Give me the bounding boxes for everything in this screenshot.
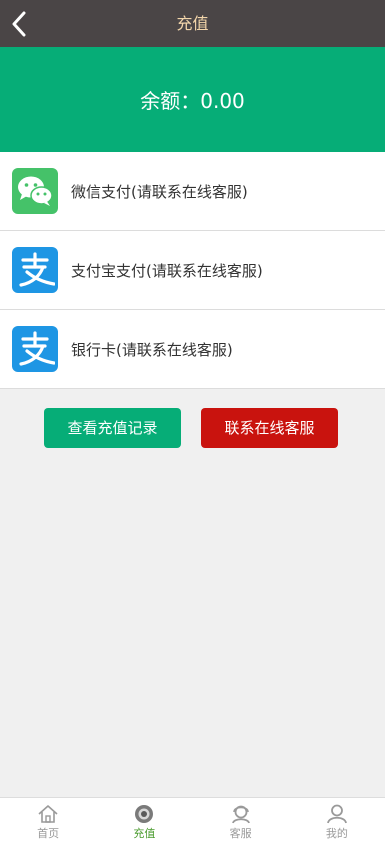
payment-method-alipay[interactable]: 支付宝支付(请联系在线客服) — [0, 231, 385, 310]
payment-method-bank-card[interactable]: 银行卡(请联系在线客服) — [0, 310, 385, 389]
action-buttons: 查看充值记录 联系在线客服 — [0, 408, 385, 448]
balance-text: 余额：0.00 — [140, 89, 245, 113]
nav-label-recharge: 充值 — [133, 827, 156, 840]
nav-label-customer-service: 客服 — [229, 827, 252, 840]
alipay-icon — [12, 247, 58, 293]
payment-method-label: 微信支付(请联系在线客服) — [71, 182, 248, 201]
nav-label-mine: 我的 — [325, 827, 348, 840]
payment-method-label: 银行卡(请联系在线客服) — [71, 340, 233, 359]
chevron-left-icon — [12, 11, 26, 37]
view-recharge-records-button[interactable]: 查看充值记录 — [44, 408, 181, 448]
bottom-nav: 首页 充值 客服 我的 — [0, 797, 385, 845]
wechat-icon — [12, 168, 58, 214]
recharge-page: 充值 余额：0.00 微信支付(请联系在线客服) 支付宝支付(请联系在线客服) … — [0, 0, 385, 845]
customer-service-icon — [231, 805, 250, 824]
nav-item-customer-service[interactable]: 客服 — [193, 798, 289, 845]
user-icon — [326, 804, 347, 824]
nav-item-home[interactable]: 首页 — [0, 798, 96, 845]
nav-item-mine[interactable]: 我的 — [289, 798, 385, 845]
home-icon — [38, 805, 58, 823]
payment-method-wechat[interactable]: 微信支付(请联系在线客服) — [0, 152, 385, 231]
payment-method-label: 支付宝支付(请联系在线客服) — [71, 261, 263, 280]
alipay-icon — [12, 326, 58, 372]
page-title: 充值 — [176, 14, 209, 33]
recharge-icon — [135, 805, 154, 823]
nav-label-home: 首页 — [37, 827, 60, 840]
nav-item-recharge[interactable]: 充值 — [96, 798, 192, 845]
payment-method-list: 微信支付(请联系在线客服) 支付宝支付(请联系在线客服) 银行卡(请联系在线客服… — [0, 152, 385, 389]
contact-online-service-button[interactable]: 联系在线客服 — [201, 408, 338, 448]
top-header: 充值 — [0, 0, 385, 47]
back-button[interactable] — [8, 9, 30, 39]
balance-banner: 余额：0.00 — [0, 47, 385, 152]
